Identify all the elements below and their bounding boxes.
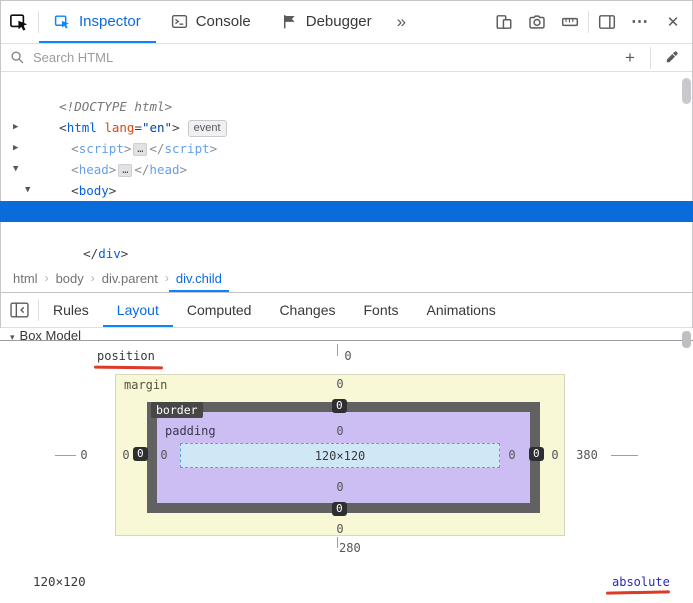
tab-console-label: Console bbox=[195, 13, 251, 30]
responsive-design-icon bbox=[496, 14, 512, 29]
tab-fonts[interactable]: Fonts bbox=[349, 293, 412, 327]
markup-scrollbar-thumb[interactable] bbox=[682, 78, 691, 104]
responsive-design-mode-button[interactable] bbox=[489, 7, 519, 37]
layout-footer: 120×120 absolute bbox=[0, 565, 693, 603]
tab-inspector[interactable]: Inspector bbox=[39, 0, 156, 43]
markup-node-div-child-selected[interactable]: <div class="child"></div> bbox=[0, 201, 693, 240]
console-icon bbox=[171, 14, 187, 29]
right-guide-line bbox=[611, 455, 638, 456]
markup-node-body[interactable]: ▼ <body> bbox=[0, 159, 693, 198]
border-label: border bbox=[151, 402, 203, 418]
breadcrumb-item-body[interactable]: body bbox=[49, 264, 91, 292]
breadcrumb-item-div-child[interactable]: div.child bbox=[169, 264, 229, 292]
search-input[interactable] bbox=[33, 50, 610, 65]
camera-icon bbox=[529, 14, 545, 29]
left-guide-line bbox=[55, 455, 76, 456]
markup-node-script[interactable]: ▶ <script>… </script> bbox=[0, 117, 693, 156]
bottom-guide-line bbox=[337, 537, 338, 548]
pick-element-button[interactable] bbox=[0, 0, 38, 43]
padding-top-value[interactable]: 0 bbox=[331, 424, 349, 438]
collapse-pane-button[interactable] bbox=[0, 293, 38, 327]
tab-changes[interactable]: Changes bbox=[265, 293, 349, 327]
border-bottom-value[interactable]: 0 bbox=[332, 502, 347, 516]
meatball-menu-icon: ⋯ bbox=[631, 11, 649, 31]
breadcrumb-item-div-parent[interactable]: div.parent bbox=[95, 264, 165, 292]
pick-element-icon bbox=[10, 13, 28, 31]
sidebar-tabs: Rules Layout Computed Changes Fonts Anim… bbox=[0, 292, 693, 328]
markup-node-div-close[interactable]: </div> bbox=[0, 222, 693, 261]
padding-bottom-value[interactable]: 0 bbox=[331, 480, 349, 494]
more-tabs-button[interactable]: » bbox=[387, 12, 415, 32]
box-model-diagram: 120×120 position margin border padding 0… bbox=[0, 341, 693, 565]
inspector-icon bbox=[54, 15, 69, 29]
screenshot-button[interactable] bbox=[522, 7, 552, 37]
markup-node-head[interactable]: ▶ <head>… </head> bbox=[0, 138, 693, 177]
markup-node-html[interactable]: <html lang="en"> event bbox=[0, 96, 693, 137]
position-bottom-value[interactable]: 280 bbox=[339, 541, 369, 555]
collapse-arrow-icon[interactable]: ▼ bbox=[25, 180, 30, 201]
padding-left-value[interactable]: 0 bbox=[155, 448, 173, 462]
layout-panel: ▾ Box Model 120×120 position margin borde… bbox=[0, 328, 693, 603]
breadcrumb: html › body › div.parent › div.child bbox=[0, 264, 693, 292]
expand-arrow-icon[interactable]: ▶ bbox=[13, 117, 18, 138]
tab-console[interactable]: Console bbox=[156, 0, 266, 43]
devtools-toolbar: Inspector Console Debugger » ⋯ ✕ bbox=[0, 0, 693, 44]
close-devtools-button[interactable]: ✕ bbox=[658, 7, 688, 37]
top-guide-line bbox=[337, 344, 338, 356]
markup-node-doctype[interactable]: <!DOCTYPE html> bbox=[0, 75, 693, 114]
ruler-icon bbox=[561, 17, 579, 26]
padding-label: padding bbox=[165, 424, 216, 438]
search-icon bbox=[11, 51, 24, 64]
collapse-arrow-icon[interactable]: ▼ bbox=[13, 159, 18, 180]
close-icon: ✕ bbox=[666, 13, 680, 31]
element-size-text: 120×120 bbox=[33, 574, 86, 589]
margin-top-value[interactable]: 0 bbox=[331, 377, 349, 391]
collapse-pane-icon bbox=[9, 302, 29, 318]
border-right-value[interactable]: 0 bbox=[529, 447, 544, 461]
content-size-value: 120×120 bbox=[314, 448, 366, 463]
add-node-button[interactable]: + bbox=[618, 46, 642, 70]
markup-node-body-close[interactable]: </body> bbox=[0, 243, 693, 264]
position-right-value[interactable]: 380 bbox=[572, 448, 602, 462]
section-collapse-icon: ▾ bbox=[10, 332, 15, 340]
dock-options-button[interactable] bbox=[592, 7, 622, 37]
red-underline-annotation bbox=[93, 365, 164, 370]
margin-bottom-value[interactable]: 0 bbox=[331, 522, 349, 536]
border-top-value[interactable]: 0 bbox=[332, 399, 347, 413]
markup-view: <!DOCTYPE html> <html lang="en"> event ▶ <… bbox=[0, 72, 693, 264]
box-model-title: Box Model bbox=[19, 328, 81, 340]
padding-right-value[interactable]: 0 bbox=[503, 448, 521, 462]
box-model-section-header[interactable]: ▾ Box Model bbox=[0, 328, 693, 340]
markup-node-div-parent[interactable]: ▼<div class="parent"> bbox=[0, 180, 693, 219]
debugger-icon bbox=[283, 15, 295, 29]
content-box: 120×120 bbox=[180, 443, 500, 468]
position-label: position bbox=[97, 349, 155, 363]
position-type-text: absolute bbox=[612, 575, 670, 589]
rulers-button[interactable] bbox=[555, 7, 585, 37]
position-left-value[interactable]: 0 bbox=[75, 448, 93, 462]
red-underline-annotation bbox=[605, 590, 671, 595]
tab-rules[interactable]: Rules bbox=[39, 293, 103, 327]
tab-debugger[interactable]: Debugger bbox=[266, 0, 387, 43]
position-top-value[interactable]: 0 bbox=[339, 349, 357, 363]
eyedropper-button[interactable] bbox=[659, 46, 683, 70]
search-separator bbox=[650, 46, 651, 69]
dock-to-side-icon bbox=[598, 14, 616, 29]
tab-animations[interactable]: Animations bbox=[413, 293, 510, 327]
tab-computed[interactable]: Computed bbox=[173, 293, 266, 327]
toolbar-right-icons: ⋯ ✕ bbox=[489, 7, 693, 37]
settings-menu-button[interactable]: ⋯ bbox=[625, 7, 655, 37]
breadcrumb-item-html[interactable]: html bbox=[6, 264, 45, 292]
toolbar-separator bbox=[588, 10, 589, 33]
tab-layout[interactable]: Layout bbox=[103, 293, 173, 327]
devtools-window: Inspector Console Debugger » ⋯ ✕ Search … bbox=[0, 0, 693, 603]
markup-search-bar: + bbox=[0, 44, 693, 72]
tab-inspector-label: Inspector bbox=[79, 13, 141, 30]
margin-label: margin bbox=[124, 378, 168, 392]
border-left-value[interactable]: 0 bbox=[133, 447, 148, 461]
tab-debugger-label: Debugger bbox=[305, 13, 372, 30]
expand-arrow-icon[interactable]: ▶ bbox=[13, 138, 18, 159]
margin-right-value[interactable]: 0 bbox=[546, 448, 564, 462]
eyedropper-icon bbox=[666, 51, 677, 63]
